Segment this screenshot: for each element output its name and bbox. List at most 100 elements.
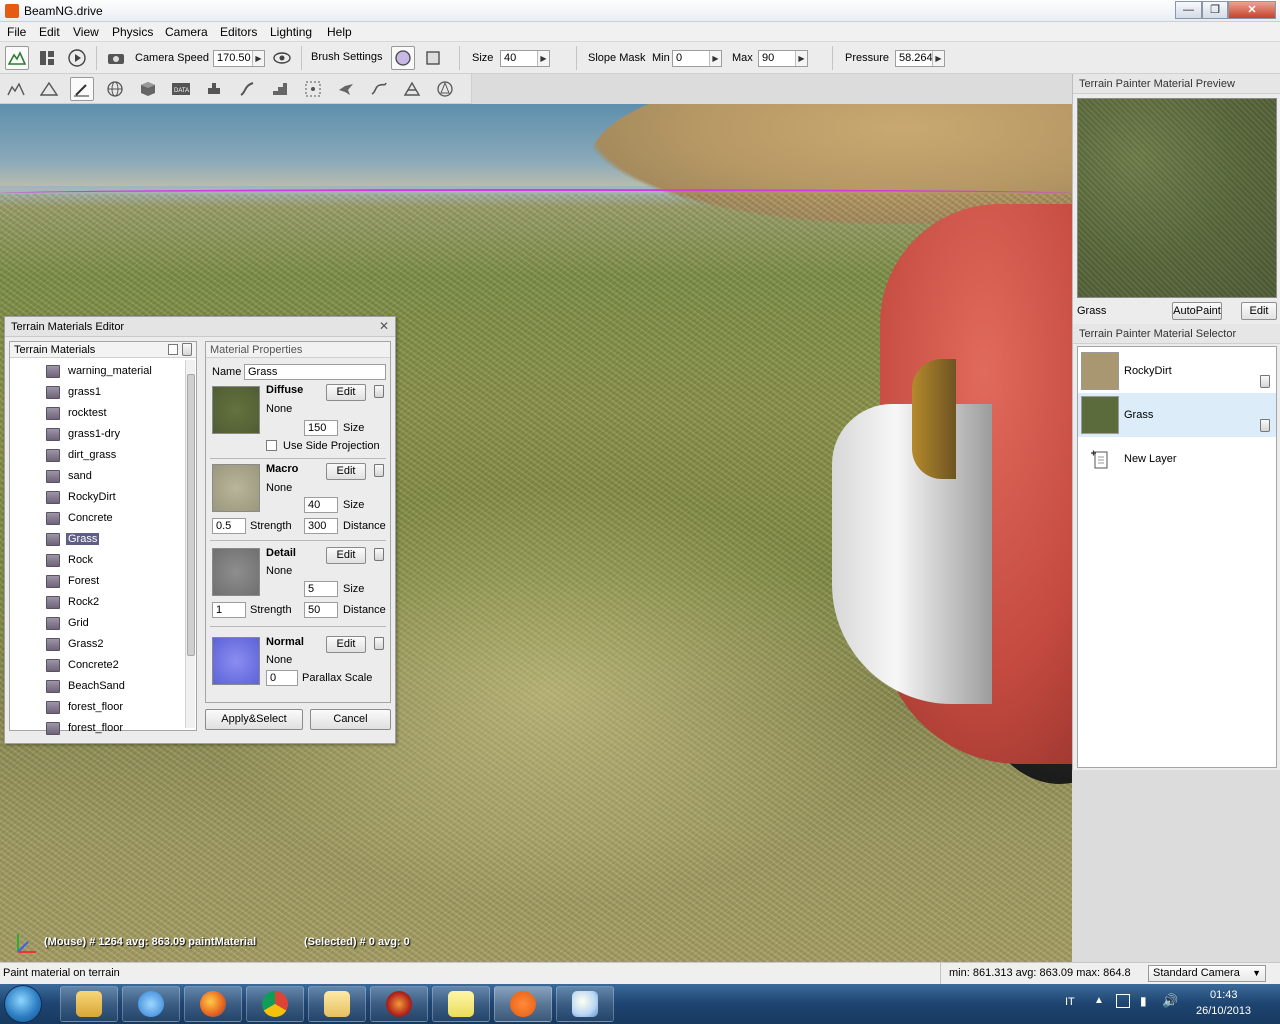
material-item[interactable]: sand <box>46 467 186 488</box>
material-item[interactable]: warning_material <box>46 362 186 383</box>
detail-texture-thumb[interactable] <box>212 548 260 596</box>
action-center-icon[interactable] <box>1116 994 1130 1008</box>
diffuse-edit-button[interactable]: Edit <box>326 384 366 401</box>
stairs-icon[interactable] <box>268 77 292 101</box>
crumbs-icon[interactable] <box>367 77 391 101</box>
material-item[interactable]: Grass2 <box>46 635 186 656</box>
detail-distance-input[interactable]: 50 <box>304 602 338 618</box>
menu-physics[interactable]: Physics <box>112 25 153 39</box>
material-item[interactable]: forest_floor <box>46 698 186 719</box>
macro-size-input[interactable]: 40 <box>304 497 338 513</box>
scrollbar-thumb[interactable] <box>187 374 195 656</box>
trash-icon[interactable] <box>374 637 384 650</box>
globe-icon[interactable] <box>103 77 127 101</box>
pressure-input[interactable]: 58.264 ▶ <box>895 50 945 67</box>
start-button[interactable] <box>4 985 42 1023</box>
close-icon[interactable]: ✕ <box>379 319 389 333</box>
volume-icon[interactable]: 🔊 <box>1162 993 1178 1009</box>
square-brush-icon[interactable] <box>421 46 445 70</box>
material-item[interactable]: Grid <box>46 614 186 635</box>
taskbar-paint[interactable] <box>556 986 614 1022</box>
paint-brush-icon[interactable] <box>70 77 94 101</box>
parallax-scale-input[interactable]: 0 <box>266 670 298 686</box>
new-material-icon[interactable] <box>168 344 178 355</box>
normal-texture-thumb[interactable] <box>212 637 260 685</box>
cancel-button[interactable]: Cancel <box>310 709 391 730</box>
macro-texture-thumb[interactable] <box>212 464 260 512</box>
new-layer-item[interactable]: New Layer <box>1078 437 1276 481</box>
layer-item-rockydirt[interactable]: RockyDirt <box>1078 349 1276 393</box>
chevron-right-icon[interactable]: ▶ <box>795 51 807 66</box>
star-shape-icon[interactable] <box>433 77 457 101</box>
material-item[interactable]: Rock2 <box>46 593 186 614</box>
cube-icon[interactable] <box>136 77 160 101</box>
macro-strength-input[interactable]: 0.5 <box>212 518 246 534</box>
trash-icon[interactable] <box>182 343 192 356</box>
trash-icon[interactable] <box>374 464 384 477</box>
apply-select-button[interactable]: Apply&Select <box>205 709 303 730</box>
menu-editors[interactable]: Editors <box>220 25 257 39</box>
material-item[interactable]: forest_floor <box>46 719 186 740</box>
terrain-edit-icon[interactable] <box>4 77 28 101</box>
bird-icon[interactable] <box>334 77 358 101</box>
menu-edit[interactable]: Edit <box>39 25 60 39</box>
macro-distance-input[interactable]: 300 <box>304 518 338 534</box>
menu-help[interactable]: Help <box>327 25 352 39</box>
material-item[interactable]: RockyDirt <box>46 488 186 509</box>
material-item[interactable]: Grass <box>46 530 186 551</box>
detail-strength-input[interactable]: 1 <box>212 602 246 618</box>
material-item[interactable]: Forest <box>46 572 186 593</box>
material-name-input[interactable]: Grass <box>244 364 386 380</box>
minimize-button[interactable]: — <box>1175 1 1202 19</box>
material-item[interactable]: grass1-dry <box>46 425 186 446</box>
macro-edit-button[interactable]: Edit <box>326 463 366 480</box>
slope-max-input[interactable]: 90 ▶ <box>758 50 808 67</box>
triangle-icon[interactable] <box>37 77 61 101</box>
taskbar-firefox[interactable] <box>184 986 242 1022</box>
material-item[interactable]: BeachSand <box>46 677 186 698</box>
preview-edit-button[interactable]: Edit <box>1241 302 1277 320</box>
taskbar-mail[interactable] <box>308 986 366 1022</box>
chevron-right-icon[interactable]: ▶ <box>932 51 944 66</box>
material-item[interactable]: Concrete2 <box>46 656 186 677</box>
material-item[interactable]: Concrete <box>46 509 186 530</box>
trash-icon[interactable] <box>1260 375 1270 388</box>
road-icon[interactable] <box>202 77 226 101</box>
maximize-button[interactable]: ❐ <box>1202 1 1228 19</box>
layout-icon[interactable] <box>35 46 59 70</box>
menu-camera[interactable]: Camera <box>165 25 208 39</box>
detail-size-input[interactable]: 5 <box>304 581 338 597</box>
taskbar-game[interactable] <box>370 986 428 1022</box>
diffuse-texture-thumb[interactable] <box>212 386 260 434</box>
slope-min-input[interactable]: 0 ▶ <box>672 50 722 67</box>
eye-icon[interactable] <box>270 46 294 70</box>
taskbar-chrome[interactable] <box>246 986 304 1022</box>
trash-icon[interactable] <box>374 385 384 398</box>
close-button[interactable]: ✕ <box>1228 1 1276 19</box>
detail-edit-button[interactable]: Edit <box>326 547 366 564</box>
menu-view[interactable]: View <box>73 25 99 39</box>
network-icon[interactable]: ▮ <box>1140 994 1147 1008</box>
trash-icon[interactable] <box>1260 419 1270 432</box>
material-item[interactable]: Rock <box>46 551 186 572</box>
material-item[interactable]: rocktest <box>46 404 186 425</box>
camera-mode-select[interactable]: Standard Camera ▼ <box>1148 965 1266 982</box>
menu-file[interactable]: File <box>7 25 26 39</box>
mesh-icon[interactable] <box>400 77 424 101</box>
tray-expand-icon[interactable]: ▲ <box>1094 995 1104 1006</box>
trash-icon[interactable] <box>374 548 384 561</box>
chevron-right-icon[interactable]: ▶ <box>252 51 264 66</box>
circle-brush-icon[interactable] <box>391 46 415 70</box>
chevron-right-icon[interactable]: ▶ <box>537 51 549 66</box>
taskbar-beamng[interactable] <box>494 986 552 1022</box>
camera-speed-input[interactable]: 170.50 ▶ <box>213 50 265 67</box>
material-item[interactable]: dirt_grass <box>46 446 186 467</box>
layer-item-grass[interactable]: Grass <box>1078 393 1276 437</box>
select-box-icon[interactable] <box>301 77 325 101</box>
diffuse-size-input[interactable]: 150 <box>304 420 338 436</box>
river-icon[interactable] <box>235 77 259 101</box>
taskbar-ie[interactable] <box>122 986 180 1022</box>
clock-date[interactable]: 26/10/2013 <box>1196 1005 1251 1017</box>
taskbar-explorer[interactable] <box>60 986 118 1022</box>
terrain-editor-icon[interactable] <box>5 46 29 70</box>
